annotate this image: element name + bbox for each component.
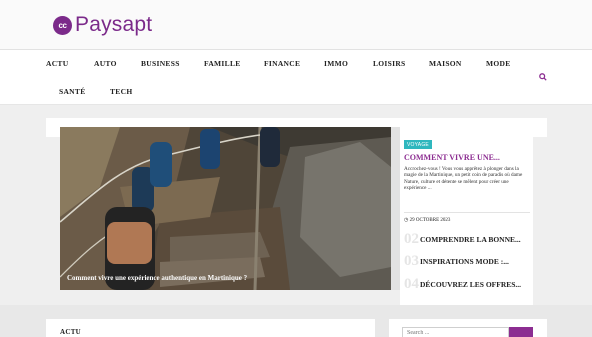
list-item-number: 04	[404, 276, 419, 292]
search-input[interactable]	[402, 327, 509, 337]
featured-title[interactable]: COMMENT VIVRE UNE...	[404, 153, 500, 162]
site-header: cc Paysapt	[0, 0, 592, 50]
search-widget	[389, 319, 547, 337]
slide-image	[60, 127, 391, 290]
featured-date-text: 29 OCTOBRE 2023	[409, 218, 451, 223]
nav-item-mode[interactable]: MODE	[486, 59, 511, 68]
section-heading: ACTU	[60, 328, 82, 336]
list-item[interactable]: 03 INSPIRATIONS MODE :...	[404, 253, 530, 273]
actu-section: ACTU	[46, 319, 375, 337]
slider-side-strip	[391, 127, 400, 290]
site-logo[interactable]: cc Paysapt	[53, 13, 152, 37]
list-item-title[interactable]: DÉCOUVREZ LES OFFRES...	[420, 280, 521, 289]
nav-item-tech[interactable]: TECH	[110, 87, 132, 96]
logo-badge: cc	[53, 15, 72, 35]
main-nav: ACTU AUTO BUSINESS FAMILLE FINANCE IMMO …	[0, 50, 592, 105]
featured-date: ◷ 29 OCTOBRE 2023	[404, 217, 450, 223]
featured-excerpt: Accrochez-vous ! Vous vous apprêtez à pl…	[404, 166, 523, 191]
nav-item-auto[interactable]: AUTO	[94, 59, 117, 68]
category-badge[interactable]: VOYAGE	[404, 140, 432, 149]
nav-item-actu[interactable]: ACTU	[46, 59, 68, 68]
logo-text: Paysapt	[75, 13, 153, 36]
featured-sidebar: VOYAGE COMMENT VIVRE UNE... Accrochez-vo…	[400, 137, 533, 305]
nav-item-finance[interactable]: FINANCE	[264, 59, 300, 68]
search-icon[interactable]	[539, 73, 547, 81]
list-item-title[interactable]: COMPRENDRE LA BONNE...	[420, 235, 521, 244]
list-item[interactable]: 02 COMPRENDRE LA BONNE...	[404, 231, 530, 251]
featured-slider[interactable]: Comment vivre une expérience authentique…	[60, 127, 391, 290]
nav-item-maison[interactable]: MAISON	[429, 59, 462, 68]
list-item-number: 02	[404, 231, 419, 247]
nav-item-sante[interactable]: SANTÉ	[59, 87, 86, 96]
search-button[interactable]	[509, 327, 533, 337]
nav-item-immo[interactable]: IMMO	[324, 59, 348, 68]
nav-item-loisirs[interactable]: LOISIRS	[373, 59, 406, 68]
list-item-title[interactable]: INSPIRATIONS MODE :...	[420, 257, 509, 266]
nav-item-business[interactable]: BUSINESS	[141, 59, 180, 68]
list-item-number: 03	[404, 253, 419, 269]
list-item[interactable]: 04 DÉCOUVREZ LES OFFRES...	[404, 276, 530, 296]
nav-item-famille[interactable]: FAMILLE	[204, 59, 241, 68]
slide-caption[interactable]: Comment vivre une expérience authentique…	[67, 274, 247, 282]
divider	[404, 212, 530, 213]
